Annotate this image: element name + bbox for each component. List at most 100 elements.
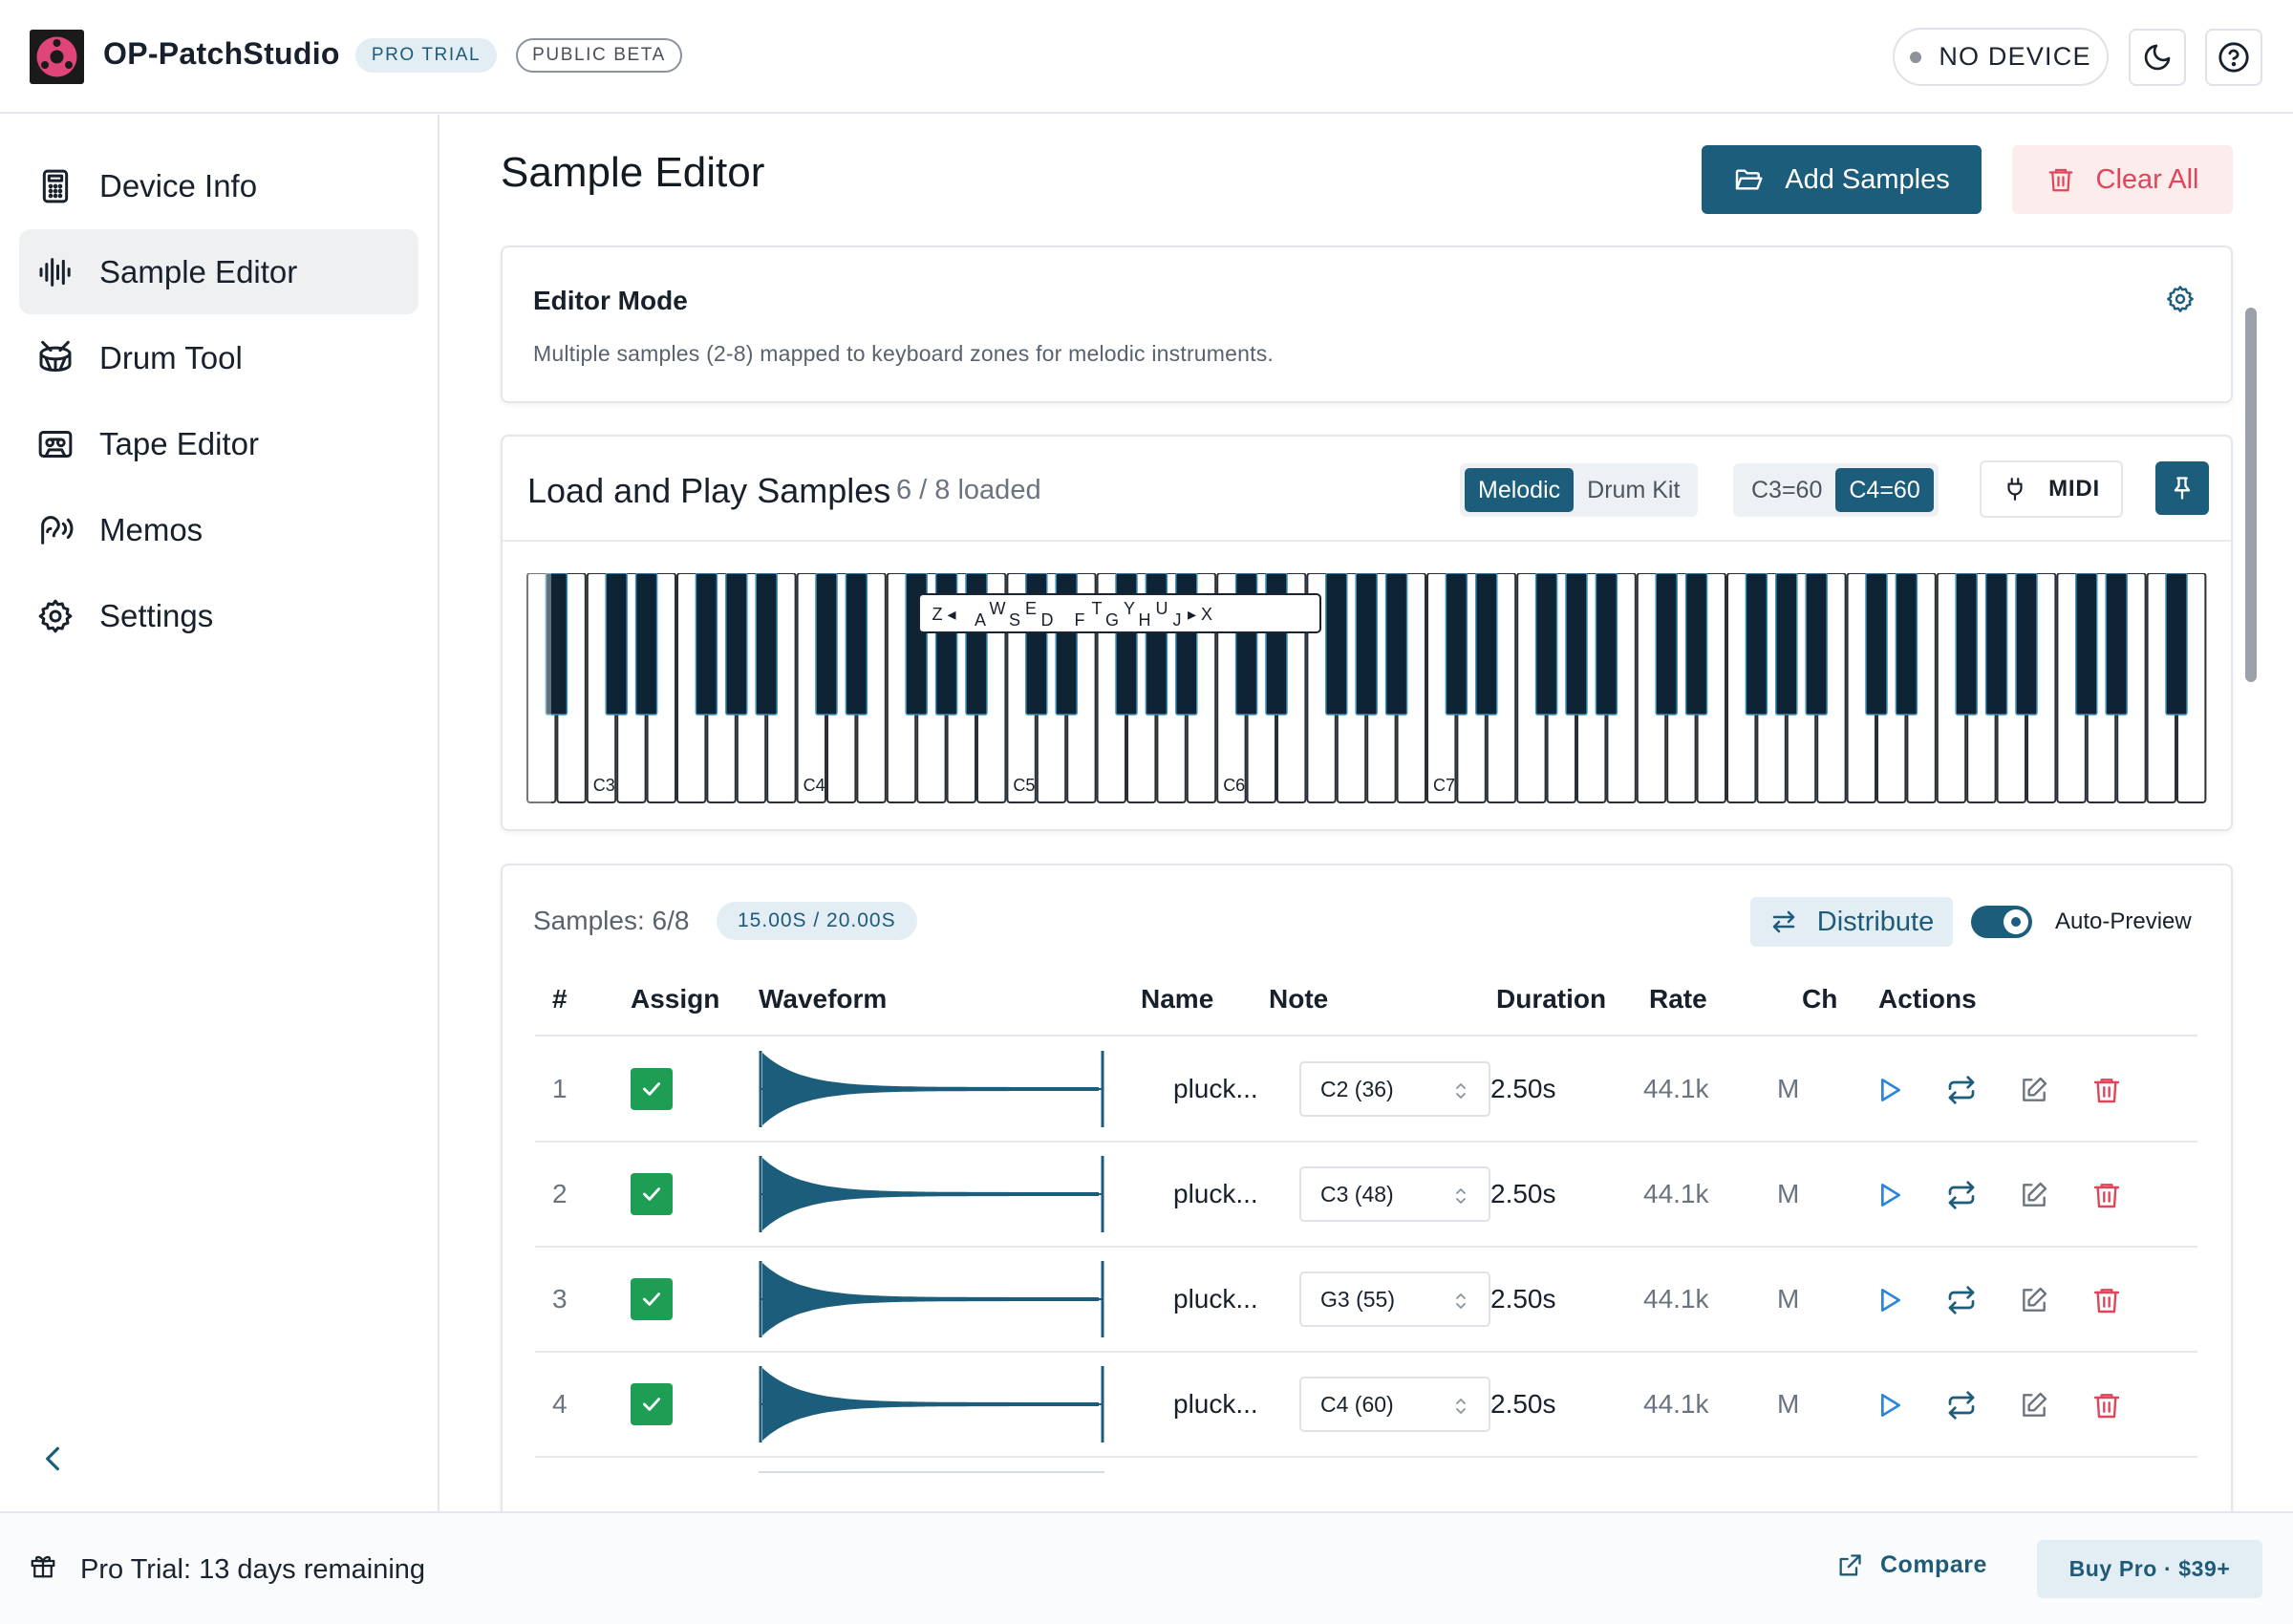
- piano-black-key[interactable]: [1865, 573, 1888, 716]
- midi-button[interactable]: MIDI: [1980, 460, 2123, 518]
- piano-black-key[interactable]: [1595, 573, 1618, 716]
- table-row: [535, 1458, 2197, 1496]
- piano-black-key[interactable]: [605, 573, 628, 716]
- loop-button[interactable]: [1945, 1179, 1978, 1211]
- key-hint: J: [1173, 610, 1182, 630]
- piano-keyboard[interactable]: C3 C4 C5 C6 C7 Z ◂ A S D F G H J W E T Y U ▸ X: [523, 573, 2215, 809]
- collapse-sidebar-button[interactable]: [36, 1438, 69, 1480]
- piano-black-key[interactable]: [1895, 573, 1918, 716]
- piano-black-key[interactable]: [695, 573, 718, 716]
- piano-black-key[interactable]: [815, 573, 838, 716]
- edit-button[interactable]: [2018, 1074, 2050, 1106]
- sample-duration: 2.50s: [1490, 1074, 1556, 1103]
- waveform-preview[interactable]: [759, 1143, 1104, 1246]
- piano-black-key[interactable]: [1805, 573, 1828, 716]
- piano-black-key[interactable]: [1655, 573, 1678, 716]
- octave-option-c4-60[interactable]: C4=60: [1835, 468, 1934, 512]
- delete-button[interactable]: [2090, 1284, 2123, 1316]
- piano-black-key[interactable]: [1534, 573, 1558, 716]
- piano-black-key[interactable]: [2015, 573, 2038, 716]
- pin-button[interactable]: [2155, 461, 2209, 515]
- clear-all-button[interactable]: Clear All: [2012, 145, 2233, 214]
- buy-pro-button[interactable]: Buy Pro · $39+: [2037, 1540, 2262, 1598]
- sidebar-item-device-info[interactable]: Device Info: [19, 143, 418, 228]
- piano-black-key[interactable]: [1355, 573, 1378, 716]
- delete-button[interactable]: [2090, 1074, 2123, 1106]
- editor-mode-settings-button[interactable]: [2165, 284, 2196, 319]
- assign-checkbox[interactable]: [631, 1278, 673, 1320]
- key-hint: H: [1139, 610, 1151, 630]
- mode-option-melodic[interactable]: Melodic: [1465, 468, 1575, 512]
- sidebar-item-drum-tool[interactable]: Drum Tool: [19, 315, 418, 400]
- piano-black-key[interactable]: [2105, 573, 2128, 716]
- note-select[interactable]: C3 (48): [1299, 1166, 1490, 1222]
- piano-black-key[interactable]: [845, 573, 868, 716]
- mode-option-drum-kit[interactable]: Drum Kit: [1574, 468, 1693, 512]
- note-select[interactable]: C2 (36): [1299, 1061, 1490, 1117]
- piano-black-key[interactable]: [725, 573, 748, 716]
- piano-black-key[interactable]: [1984, 573, 2008, 716]
- sample-name[interactable]: pluck...: [1173, 1037, 1258, 1141]
- sidebar-item-sample-editor[interactable]: Sample Editor: [19, 229, 418, 314]
- play-button[interactable]: [1873, 1389, 1905, 1421]
- piano-black-key[interactable]: [1565, 573, 1588, 716]
- piano-black-key[interactable]: [1745, 573, 1768, 716]
- piano-black-key[interactable]: [634, 573, 658, 716]
- sample-name[interactable]: pluck...: [1173, 1248, 1258, 1351]
- trash-icon: [2093, 1289, 2120, 1314]
- waveform-preview[interactable]: [759, 1037, 1104, 1141]
- waveform-preview[interactable]: [759, 1353, 1104, 1456]
- piano-black-key[interactable]: [755, 573, 778, 716]
- edit-button[interactable]: [2018, 1284, 2050, 1316]
- octave-segmented-control: C3=60 C4=60: [1733, 463, 1939, 517]
- edit-button[interactable]: [2018, 1389, 2050, 1421]
- assign-checkbox[interactable]: [631, 1173, 673, 1215]
- piano-black-key[interactable]: [2075, 573, 2098, 716]
- sidebar-item-memos[interactable]: Memos: [19, 487, 418, 572]
- compare-link[interactable]: Compare: [1836, 1551, 1987, 1579]
- play-button[interactable]: [1873, 1284, 1905, 1316]
- computer-keyboard-hints: Z ◂ A S D F G H J W E T Y U ▸ X: [918, 593, 1321, 633]
- piano-black-key[interactable]: [1384, 573, 1408, 716]
- assign-checkbox[interactable]: [631, 1068, 673, 1110]
- sidebar-item-label: Settings: [99, 597, 214, 633]
- auto-preview-toggle[interactable]: [1971, 906, 2032, 938]
- octave-option-c3-60[interactable]: C3=60: [1738, 468, 1835, 512]
- piano-black-key[interactable]: [1445, 573, 1468, 716]
- piano-black-key[interactable]: [1955, 573, 1978, 716]
- sidebar-item-tape-editor[interactable]: Tape Editor: [19, 401, 418, 486]
- loop-button[interactable]: [1945, 1074, 1978, 1106]
- check-icon: [643, 1293, 660, 1306]
- loop-button[interactable]: [1945, 1284, 1978, 1316]
- add-samples-button[interactable]: Add Samples: [1702, 145, 1982, 214]
- delete-button[interactable]: [2090, 1389, 2123, 1421]
- gear-icon: [36, 597, 99, 635]
- play-button[interactable]: [1873, 1074, 1905, 1106]
- octave-label: C6: [1223, 776, 1245, 795]
- sidebar-item-settings[interactable]: Settings: [19, 573, 418, 658]
- edit-button[interactable]: [2018, 1179, 2050, 1211]
- theme-toggle-button[interactable]: [2129, 29, 2186, 86]
- play-button[interactable]: [1873, 1179, 1905, 1211]
- piano-black-key[interactable]: [2165, 573, 2188, 716]
- piano-black-key[interactable]: [1684, 573, 1708, 716]
- trash-icon: [2093, 1079, 2120, 1103]
- piano-black-key[interactable]: [1475, 573, 1498, 716]
- sample-name[interactable]: pluck...: [1173, 1143, 1258, 1246]
- sample-name[interactable]: pluck...: [1173, 1353, 1258, 1456]
- compare-label: Compare: [1880, 1551, 1987, 1578]
- note-select[interactable]: C4 (60): [1299, 1377, 1490, 1432]
- main-scrollbar[interactable]: [2245, 308, 2257, 682]
- distribute-button[interactable]: Distribute: [1750, 897, 1953, 947]
- check-icon: [643, 1398, 660, 1411]
- assign-checkbox[interactable]: [631, 1383, 673, 1425]
- device-status-button[interactable]: NO DEVICE: [1893, 28, 2109, 86]
- piano-black-key[interactable]: [1775, 573, 1798, 716]
- delete-button[interactable]: [2090, 1179, 2123, 1211]
- play-icon: [1881, 1289, 1900, 1312]
- note-select[interactable]: G3 (55): [1299, 1271, 1490, 1327]
- help-button[interactable]: [2205, 29, 2262, 86]
- loop-button[interactable]: [1945, 1389, 1978, 1421]
- waveform-preview[interactable]: [759, 1248, 1104, 1351]
- piano-black-key[interactable]: [1325, 573, 1348, 716]
